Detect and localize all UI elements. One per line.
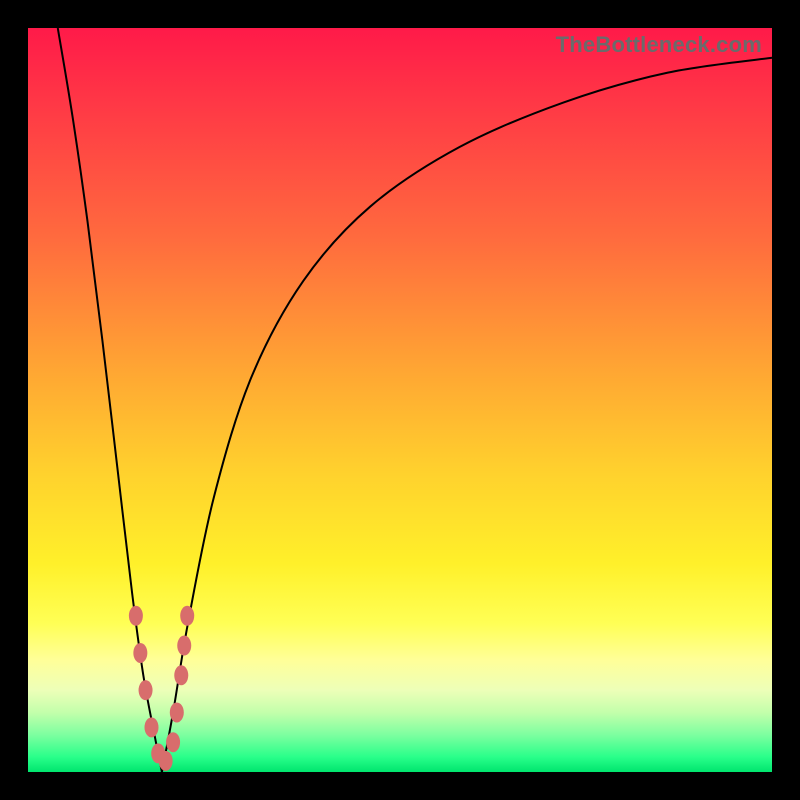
marker-point [145, 717, 159, 737]
chart-frame: TheBottleneck.com [0, 0, 800, 800]
marker-point [180, 606, 194, 626]
curve-layer [58, 28, 772, 772]
marker-point [166, 732, 180, 752]
marker-point [133, 643, 147, 663]
plot-area: TheBottleneck.com [28, 28, 772, 772]
marker-point [129, 606, 143, 626]
marker-point [177, 636, 191, 656]
curve-right-branch [162, 58, 772, 772]
marker-point [170, 702, 184, 722]
marker-point [139, 680, 153, 700]
marker-point [174, 665, 188, 685]
marker-layer [129, 606, 194, 771]
chart-svg [28, 28, 772, 772]
marker-point [159, 751, 173, 771]
curve-left-branch [58, 28, 162, 772]
